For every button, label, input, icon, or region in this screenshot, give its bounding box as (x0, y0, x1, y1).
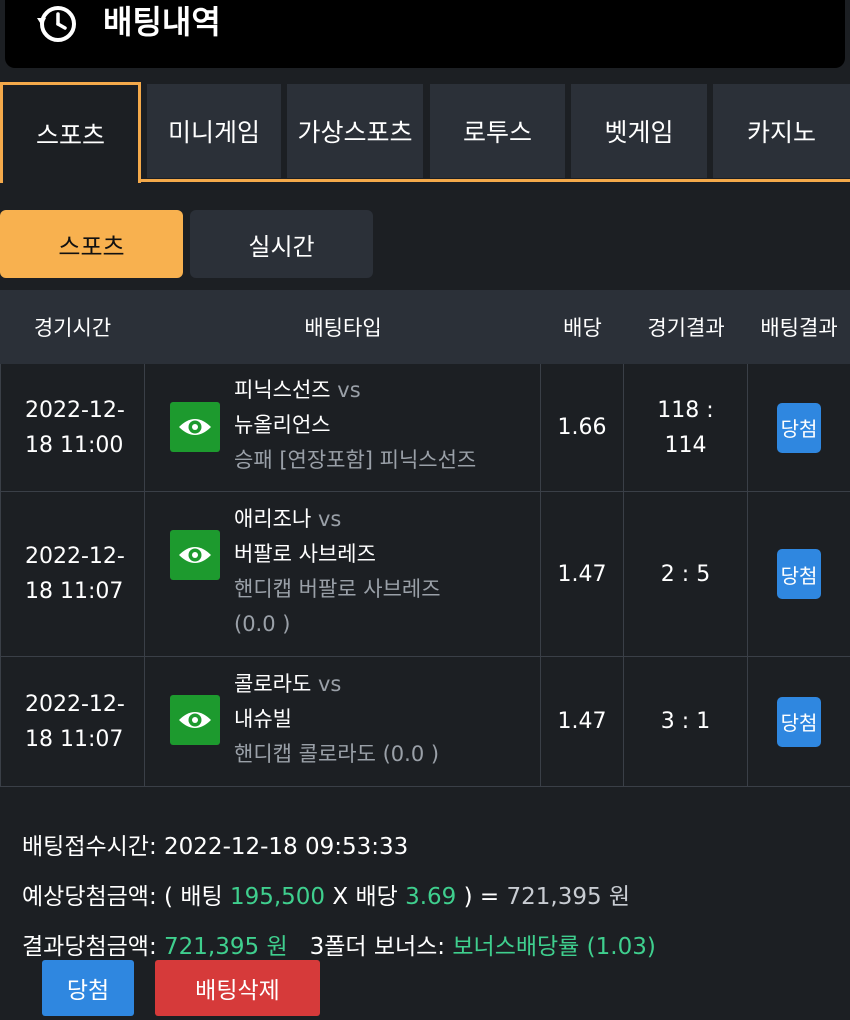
match-clock: 18 11:00 (25, 432, 124, 458)
home-team: 애리조나 (234, 507, 312, 531)
tab-minigame[interactable]: 미니게임 (147, 84, 281, 178)
away-team: 내슈빌 (234, 707, 292, 731)
odds-value: 1.47 (541, 492, 624, 656)
history-clock-icon (37, 6, 76, 42)
match-time: 2022-12- 18 11:07 (0, 657, 145, 786)
bet-result-cell: 당첨 (748, 492, 850, 656)
match-score: 3 : 1 (624, 657, 748, 786)
match-clock: 18 11:07 (25, 726, 124, 752)
bet-type-cell: 피닉스선즈 vs 뉴올리언스 승패 [연장포함] 피닉스선즈 (145, 364, 541, 491)
column-header-bet-result: 배팅결과 (760, 316, 838, 340)
bet-result-cell: 당첨 (748, 657, 850, 786)
equals-sign: ) = (463, 884, 500, 910)
table-row: 2022-12- 18 11:07 콜로라도 vs 내슈빌 핸디캡 콜로라도 (… (0, 657, 850, 787)
bet-info: 애리조나 vs 버팔로 사브레즈 핸디캡 버팔로 사브레즈 (0.0 ) (234, 502, 441, 642)
bet-type-cell: 콜로라도 vs 내슈빌 핸디캡 콜로라도 (0.0 ) (145, 657, 541, 786)
bonus-label: 3폴더 보너스: (309, 934, 446, 960)
eye-icon[interactable] (170, 695, 220, 745)
score-line-1: 118 : (657, 397, 714, 423)
match-date: 2022-12- (25, 544, 125, 569)
column-header-match-result: 경기결과 (647, 316, 725, 340)
bet-summary: 배팅접수시간: 2022-12-18 09:53:33 예상당첨금액: ( 배팅… (22, 822, 656, 972)
total-odds: 3.69 (405, 884, 457, 910)
tab-casino[interactable]: 카지노 (713, 84, 850, 178)
vs-label: vs (317, 672, 342, 696)
tab-lotus[interactable]: 로투스 (430, 84, 565, 178)
table-row: 2022-12- 18 11:00 피닉스선즈 vs 뉴올리언스 승패 [연장포… (0, 364, 850, 492)
vs-label: vs (337, 378, 361, 402)
match-date: 2022-12- (25, 397, 125, 423)
column-header-match-time: 경기시간 (33, 316, 112, 340)
odds-value: 1.47 (541, 657, 624, 786)
expected-win-value: 721,395 원 (506, 884, 631, 910)
score-line-1: 2 : 5 (660, 561, 711, 587)
column-header-odds: 배당 (563, 316, 602, 340)
home-team: 피닉스선즈 (234, 378, 331, 402)
tab-betgame[interactable]: 벳게임 (571, 84, 707, 178)
home-team: 콜로라도 (234, 672, 312, 696)
bet-history-table: 경기시간 배팅타입 배당 경기결과 배팅결과 2022-12- 18 11:00… (0, 290, 850, 787)
bet-result-cell: 당첨 (748, 364, 850, 491)
tab-virtual-sports[interactable]: 가상스포츠 (287, 84, 423, 178)
vs-label: vs (317, 507, 342, 531)
win-badge: 당첨 (777, 696, 821, 747)
score-line-2: 114 (664, 432, 707, 458)
away-team: 뉴올리언스 (234, 413, 331, 437)
bet-pick: 승패 [연장포함] 피닉스선즈 (234, 448, 477, 472)
eye-icon[interactable] (170, 402, 220, 452)
table-row: 2022-12- 18 11:07 애리조나 vs 버팔로 사브레즈 핸디캡 버… (0, 492, 850, 657)
match-date: 2022-12- (25, 691, 125, 717)
bet-type-cell: 애리조나 vs 버팔로 사브레즈 핸디캡 버팔로 사브레즈 (0.0 ) (145, 492, 541, 656)
match-time: 2022-12- 18 11:00 (0, 364, 145, 491)
bet-pick: 핸디캡 버팔로 사브레즈 (234, 577, 441, 601)
table-header: 경기시간 배팅타입 배당 경기결과 배팅결과 (0, 290, 850, 364)
odds-multiplier-label: X 배당 (332, 884, 398, 910)
expected-open: ( 배팅 (164, 884, 223, 910)
bet-info: 콜로라도 vs 내슈빌 핸디캡 콜로라도 (0.0 ) (234, 667, 439, 772)
received-time-value: 2022-12-18 09:53:33 (164, 834, 409, 860)
bet-amount: 195,500 (229, 884, 326, 910)
bet-pick-handicap: (0.0 ) (234, 612, 291, 636)
match-time: 2022-12- 18 11:07 (0, 492, 145, 656)
delete-bet-button[interactable]: 배팅삭제 (155, 960, 320, 1016)
win-badge: 당첨 (777, 549, 821, 599)
match-score: 2 : 5 (624, 492, 748, 656)
page-header: 배팅내역 (5, 0, 845, 68)
tab-sports[interactable]: 스포츠 (0, 82, 141, 183)
sub-tabs: 스포츠 실시간 (0, 210, 850, 280)
eye-icon[interactable] (170, 530, 220, 580)
bet-pick: 핸디캡 콜로라도 (0.0 ) (234, 742, 440, 766)
win-button[interactable]: 당첨 (42, 960, 134, 1016)
odds-value: 1.66 (541, 364, 624, 491)
result-win-value: 721,395 원 (164, 934, 288, 960)
away-team: 버팔로 사브레즈 (234, 542, 376, 566)
match-clock: 18 11:07 (25, 579, 124, 604)
match-score: 118 : 114 (624, 364, 748, 491)
category-tabs: 스포츠 미니게임 가상스포츠 로투스 벳게임 카지노 (0, 82, 850, 183)
win-badge: 당첨 (777, 402, 821, 453)
subtab-sports[interactable]: 스포츠 (0, 210, 183, 278)
column-header-bet-type: 배팅타입 (304, 316, 382, 340)
page-title: 배팅내역 (103, 3, 221, 41)
score-line-1: 3 : 1 (660, 709, 711, 734)
bonus-value: 보너스배당률 (1.03) (452, 934, 656, 960)
result-win-label: 결과당첨금액: (22, 934, 157, 960)
expected-win-line: 예상당첨금액: ( 배팅 195,500 X 배당 3.69 ) = 721,3… (22, 872, 656, 922)
expected-win-label: 예상당첨금액: (22, 884, 157, 910)
bet-info: 피닉스선즈 vs 뉴올리언스 승패 [연장포함] 피닉스선즈 (234, 373, 476, 478)
received-time-line: 배팅접수시간: 2022-12-18 09:53:33 (22, 822, 656, 872)
received-time-label: 배팅접수시간: (22, 834, 157, 860)
subtab-live[interactable]: 실시간 (190, 210, 373, 278)
